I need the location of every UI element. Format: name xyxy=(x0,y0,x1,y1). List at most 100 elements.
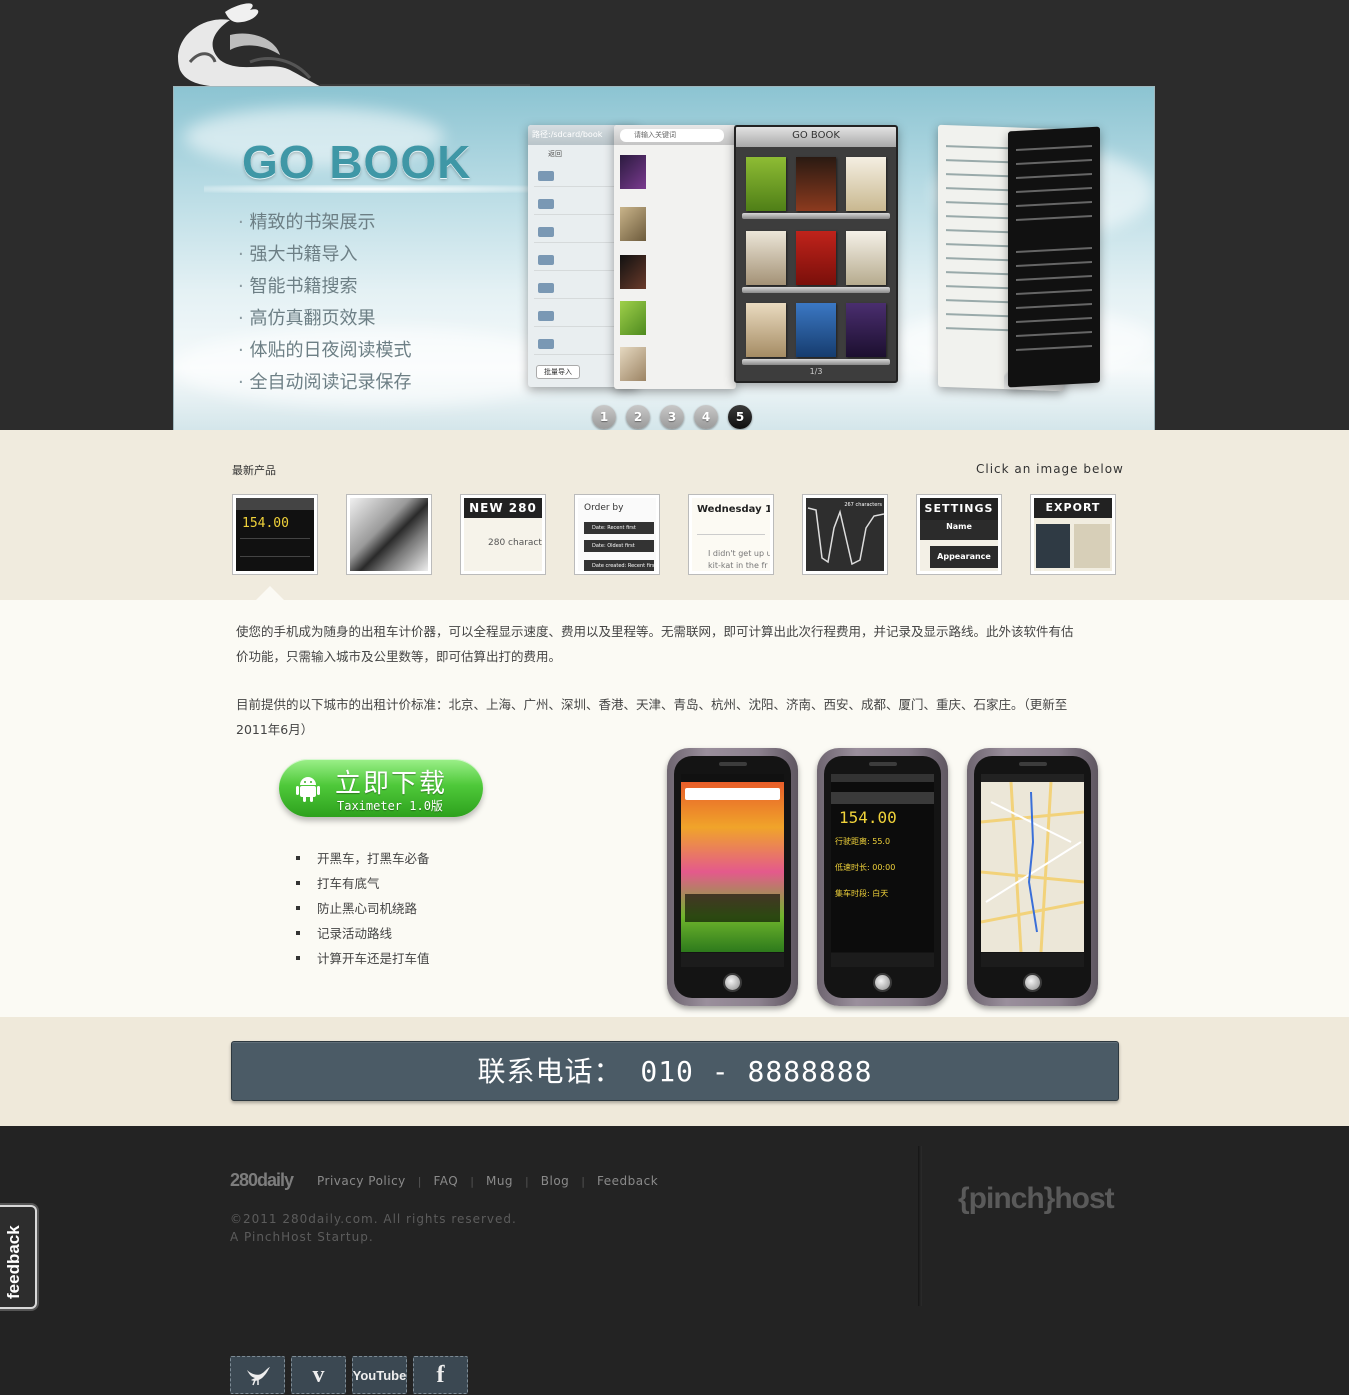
footer-link-privacy[interactable]: Privacy Policy xyxy=(317,1174,406,1188)
footer-link-faq[interactable]: FAQ xyxy=(434,1174,459,1188)
contact-box: 联系电话： 010 - 8888888 xyxy=(231,1041,1119,1101)
thumb-export-title: EXPORT xyxy=(1034,498,1112,518)
feedback-tab[interactable]: feedback xyxy=(0,1205,37,1309)
slide-dot-4[interactable]: 4 xyxy=(694,405,718,429)
product-thumb-new-280[interactable]: NEW 280 280 characte xyxy=(460,494,546,575)
slide-dot-5[interactable]: 5 xyxy=(728,405,752,429)
product-thumb-export[interactable]: EXPORT xyxy=(1030,494,1116,575)
thumb-orderby-row: Date created: Recent first xyxy=(584,560,654,571)
youtube-icon: YouTube xyxy=(352,1367,407,1383)
phone-home-screen xyxy=(667,748,798,1006)
phone-map xyxy=(967,748,1098,1006)
copyright-text: ©2011 280daily.com. All rights reserved. xyxy=(230,1212,517,1226)
slide-dot-3[interactable]: 3 xyxy=(660,405,684,429)
phone-fare-display: 154.00 xyxy=(839,808,897,827)
download-version: Taximeter 1.0版 xyxy=(337,799,443,813)
thumb-graph-line xyxy=(807,507,884,566)
search-screen: 请输入关键词 xyxy=(614,125,736,389)
map-route-icon xyxy=(981,782,1084,952)
phone-taximeter: 154.00 行驶距离: 55.0 低速时长: 00:00 集车时段: 白天 xyxy=(817,748,948,1006)
footer-links: Privacy Policy | FAQ | Mug | Blog | Feed… xyxy=(317,1174,658,1188)
slide-dot-2[interactable]: 2 xyxy=(626,405,650,429)
feature-list: 开黑车，打黑车必备 打车有底气 防止黑心司机绕路 记录活动路线 计算开车还是打车… xyxy=(296,846,430,971)
banner-feature-item: 体贴的日夜阅读模式 xyxy=(238,335,411,367)
bookshelf-screen: GO BOOK 1/3 xyxy=(734,125,898,383)
vimeo-icon: v xyxy=(312,1361,325,1388)
products-strip: 最新产品 Click an image below 154.00 NEW 280… xyxy=(0,430,1349,600)
link-separator: | xyxy=(417,1174,422,1188)
selection-pointer xyxy=(256,586,284,600)
product-thumb-graph[interactable]: 267 characters xyxy=(802,494,888,575)
product-thumb-order-by[interactable]: Order by Date: Recent first Date: Oldest… xyxy=(574,494,660,575)
feature-item: 开黑车，打黑车必备 xyxy=(296,846,430,871)
thumb-settings-title: SETTINGS xyxy=(920,498,998,520)
product-thumb-phone-photo[interactable] xyxy=(346,494,432,575)
banner-feature-list: 精致的书架展示 强大书籍导入 智能书籍搜索 高仿真翻页效果 体贴的日夜阅读模式 … xyxy=(238,207,411,399)
banner-title: GO BOOK xyxy=(242,136,472,188)
thumb-settings-row: Name xyxy=(920,520,998,540)
banner-feature-item: 强大书籍导入 xyxy=(238,239,411,271)
footer-logo[interactable]: 280daily xyxy=(230,1170,294,1191)
thumb-settings-row: Appearance xyxy=(930,546,998,568)
night-mode-screen xyxy=(1008,126,1100,388)
screen-page-indicator: 1/3 xyxy=(809,367,823,376)
hero-banner[interactable]: GO BOOK 精致的书架展示 强大书籍导入 智能书籍搜索 高仿真翻页效果 体贴… xyxy=(173,86,1155,440)
thumb-orderby-row: Date: Recent first xyxy=(584,522,654,534)
slide-dot-1[interactable]: 1 xyxy=(592,405,616,429)
footer-copyright: ©2011 280daily.com. All rights reserved.… xyxy=(230,1210,517,1246)
thumb-orderby-title: Order by xyxy=(584,503,624,513)
link-separator: | xyxy=(581,1174,586,1188)
dragon-logo-icon[interactable] xyxy=(170,0,320,86)
phone-row: 行驶距离: 55.0 xyxy=(835,837,891,846)
screen-import-button: 批量导入 xyxy=(536,365,580,379)
screen-path-label: 路径:/sdcard/book xyxy=(532,130,603,139)
description-paragraph: 使您的手机成为随身的出租车计价器，可以全程显示速度、费用以及里程等。无需联网，即… xyxy=(236,624,1074,664)
feedback-tab-label: feedback xyxy=(4,1225,23,1299)
footer: 280daily Privacy Policy | FAQ | Mug | Bl… xyxy=(0,1126,1349,1395)
link-separator: | xyxy=(470,1174,474,1188)
footer-link-mug[interactable]: Mug xyxy=(486,1174,513,1188)
footer-divider xyxy=(918,1146,922,1306)
social-links: v YouTube f xyxy=(230,1356,468,1394)
product-details: 使您的手机成为随身的出租车计价器，可以全程显示速度、费用以及里程等。无需联网，即… xyxy=(0,600,1349,1017)
product-thumb-taximeter[interactable]: 154.00 xyxy=(232,494,318,575)
vimeo-button[interactable]: v xyxy=(291,1356,346,1394)
pinchhost-logo[interactable]: {pinch}host xyxy=(958,1182,1115,1216)
cities-paragraph: 目前提供的以下城市的出租计价标准：北京、上海、广州、深圳、香港、天津、青岛、杭州… xyxy=(236,697,1068,737)
feature-item: 记录活动路线 xyxy=(296,921,430,946)
product-thumb-journal[interactable]: Wednesday 19 I didn't get up u kit-kat i… xyxy=(688,494,774,575)
feature-item: 防止黑心司机绕路 xyxy=(296,896,430,921)
phone-row: 低速时长: 00:00 xyxy=(835,863,896,872)
twitter-bird-icon xyxy=(246,1367,270,1386)
phone-row: 集车时段: 白天 xyxy=(835,889,889,898)
link-separator: | xyxy=(525,1174,529,1188)
products-label: 最新产品 xyxy=(232,464,276,477)
banner-title-glow xyxy=(204,185,534,193)
youtube-button[interactable]: YouTube xyxy=(352,1356,407,1394)
thumb-journal-date: Wednesday 19 xyxy=(697,504,770,515)
contact-phone: 联系电话： 010 - 8888888 xyxy=(477,1055,873,1088)
thumb-orderby-row: Date: Oldest first xyxy=(584,540,654,552)
footer-link-feedback[interactable]: Feedback xyxy=(597,1174,658,1188)
thumb-new280-sub: 280 characte xyxy=(488,538,542,548)
thumb-graph-label: 267 characters xyxy=(844,502,882,508)
download-label: 立即下载 xyxy=(335,769,448,799)
screen-back-label: 返回 xyxy=(548,150,562,158)
banner-feature-item: 智能书籍搜索 xyxy=(238,271,411,303)
banner-feature-item: 精致的书架展示 xyxy=(238,207,411,239)
feature-item: 计算开车还是打车值 xyxy=(296,946,430,971)
banner-feature-item: 全自动阅读记录保存 xyxy=(238,367,411,399)
product-thumb-settings[interactable]: SETTINGS Name Appearance xyxy=(916,494,1002,575)
products-hint: Click an image below xyxy=(976,462,1124,476)
download-button[interactable]: 立即下载 Taximeter 1.0版 xyxy=(279,759,483,817)
thumb-new280-title: NEW 280 xyxy=(464,498,542,518)
facebook-button[interactable]: f xyxy=(413,1356,468,1394)
feature-item: 打车有底气 xyxy=(296,871,430,896)
slide-pagination: 1 2 3 4 5 xyxy=(592,405,752,429)
footer-link-blog[interactable]: Blog xyxy=(541,1174,570,1188)
android-icon xyxy=(296,777,320,802)
facebook-icon: f xyxy=(436,1361,445,1388)
startup-text: A PinchHost Startup. xyxy=(230,1230,374,1244)
contact-section: 联系电话： 010 - 8888888 xyxy=(0,1017,1349,1126)
twitter-button[interactable] xyxy=(230,1356,285,1394)
